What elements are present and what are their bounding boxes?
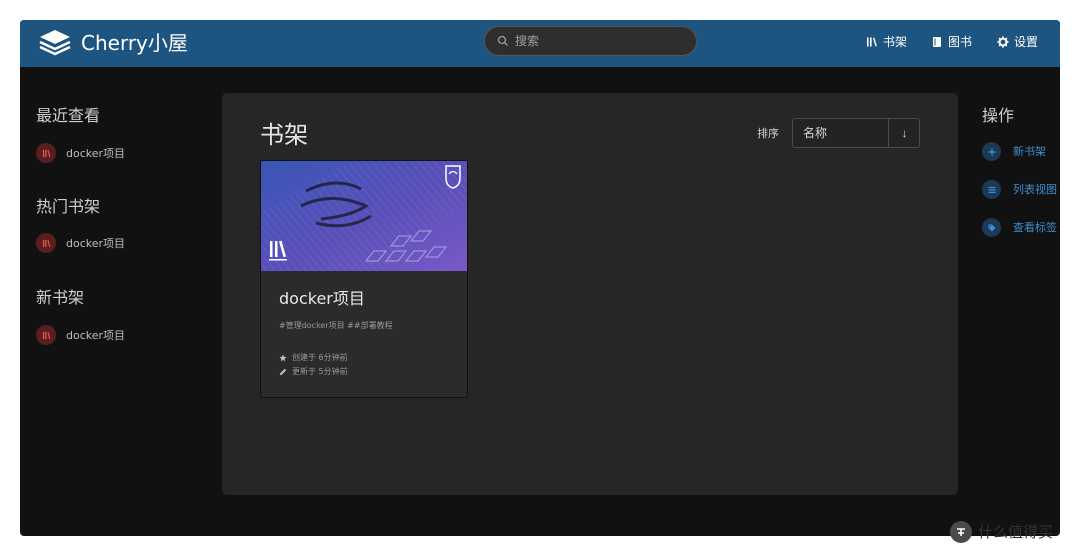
shelf-badge-icon	[36, 233, 56, 253]
sort-label: 排序	[757, 127, 779, 140]
nav-settings-label: 设置	[1014, 35, 1039, 49]
shelf-badge-icon	[36, 143, 56, 163]
list-view-action[interactable]: 列表视图	[982, 180, 1057, 199]
view-tags-label: 查看标签	[1013, 220, 1057, 234]
pencil-icon	[279, 368, 287, 376]
actions-title: 操作	[982, 106, 1015, 125]
shelf-card-created: 创建于 6分钟前	[279, 352, 348, 364]
nav-books-label: 图书	[948, 35, 973, 49]
shelf-card[interactable]: docker项目 #管理docker项目 ##部署教程 创建于 6分钟前 更新于…	[260, 160, 468, 398]
new-shelf-label: 新书架	[1013, 144, 1046, 158]
plus-icon	[982, 142, 1001, 161]
list-view-label: 列表视图	[1013, 182, 1057, 196]
shelf-card-tags: #管理docker项目 ##部署教程	[279, 321, 393, 330]
nav-books[interactable]: 图书	[931, 34, 972, 50]
recent-item[interactable]: docker项目	[36, 143, 125, 163]
brand-name[interactable]: Cherry小屋	[81, 30, 188, 56]
shelf-card-title[interactable]: docker项目	[279, 289, 365, 309]
new-shelf-action[interactable]: 新书架	[982, 142, 1046, 161]
recent-title: 最近查看	[36, 106, 101, 125]
shelves-panel: 书架 排序 名称 ↓ docker项目 #管理docker项目 ##部署教程 创…	[222, 93, 958, 495]
watermark: 什么值得买	[950, 521, 1053, 543]
updated-text: 更新于 5分钟前	[292, 367, 348, 376]
popular-item-label: docker项目	[66, 237, 126, 250]
new-title: 新书架	[36, 288, 85, 307]
book-icon	[933, 37, 941, 47]
created-text: 创建于 6分钟前	[292, 353, 348, 362]
stack-logo-icon[interactable]	[38, 28, 72, 58]
sort-select[interactable]: 名称 ↓	[792, 118, 920, 148]
nav-settings[interactable]: 设置	[997, 34, 1038, 50]
shelf-card-updated: 更新于 5分钟前	[279, 366, 348, 378]
tag-icon	[982, 218, 1001, 237]
popular-item[interactable]: docker项目	[36, 233, 125, 253]
sort-direction-button[interactable]: ↓	[889, 119, 920, 147]
search-input[interactable]: 搜索	[515, 33, 539, 49]
watermark-logo-icon	[950, 521, 972, 543]
top-header: Cherry小屋 搜索 书架 图书 设置	[20, 20, 1060, 67]
shelf-badge-icon	[36, 325, 56, 345]
list-icon	[982, 180, 1001, 199]
search-box[interactable]: 搜索	[484, 26, 697, 56]
popular-title: 热门书架	[36, 197, 101, 216]
shelf-icon	[867, 37, 877, 47]
search-icon	[497, 35, 508, 46]
app-window: Cherry小屋 搜索 书架 图书 设置 最近查看 docker项目 热门书架 …	[20, 20, 1060, 536]
watermark-text: 什么值得买	[978, 523, 1054, 541]
nav-shelves-label: 书架	[883, 35, 908, 49]
recent-item-label: docker项目	[66, 147, 126, 160]
nav-shelves[interactable]: 书架	[866, 34, 907, 50]
new-item-label: docker项目	[66, 329, 126, 342]
new-item[interactable]: docker项目	[36, 325, 125, 345]
gear-icon	[997, 36, 1009, 48]
view-tags-action[interactable]: 查看标签	[982, 218, 1057, 237]
star-icon	[279, 354, 287, 362]
shelf-cover-image[interactable]	[261, 161, 468, 271]
page-title: 书架	[260, 121, 308, 149]
sort-value[interactable]: 名称	[803, 126, 827, 140]
